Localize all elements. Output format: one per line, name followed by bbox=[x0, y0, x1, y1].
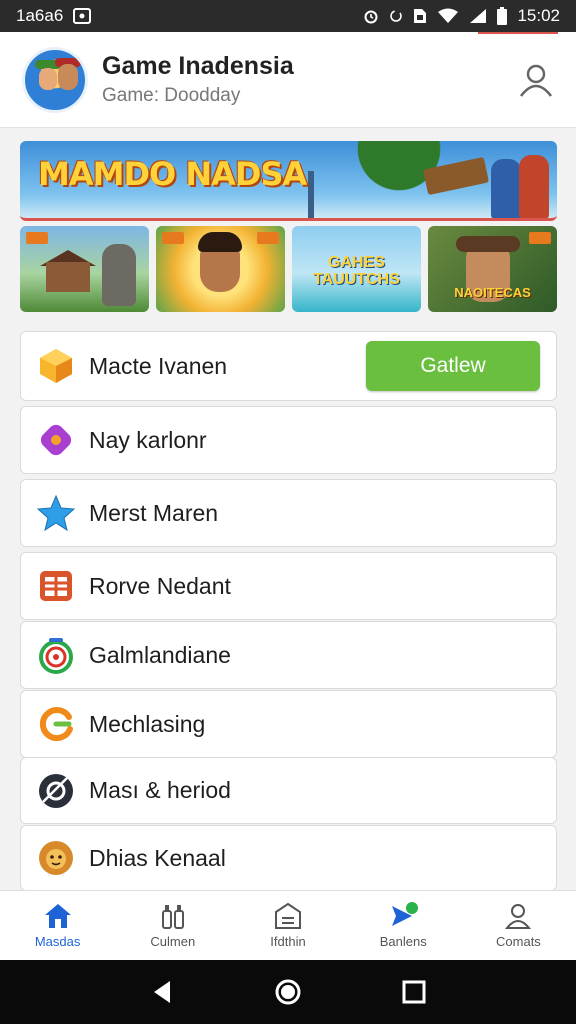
thumbnail-badge bbox=[26, 232, 48, 244]
list-item[interactable]: Nay karlonr bbox=[20, 406, 557, 474]
signal-icon bbox=[470, 9, 487, 23]
nav-label: Culmen bbox=[150, 934, 196, 949]
thumbnail-title: GAHES TAUUTCHS bbox=[313, 254, 400, 288]
orange-swirl-icon bbox=[37, 705, 75, 743]
bottles-icon bbox=[161, 905, 184, 929]
nav-item-culmen[interactable]: Culmen bbox=[115, 891, 230, 960]
banner-title: MAMDO NADSA bbox=[38, 155, 307, 193]
wifi-icon bbox=[438, 8, 459, 23]
list-item[interactable]: Merst Maren bbox=[20, 479, 557, 547]
header-accent-line bbox=[478, 32, 558, 34]
lion-face-icon bbox=[37, 839, 75, 877]
list-item-label: Macte Ivanen bbox=[89, 352, 228, 379]
list-item-label: Mechlasing bbox=[89, 710, 206, 737]
header-text: Game Inadensia Game: Doodday bbox=[102, 52, 518, 107]
sync-icon bbox=[390, 10, 403, 22]
banner-character-graphic bbox=[519, 155, 549, 218]
user-icon[interactable] bbox=[518, 62, 554, 98]
blue-star-icon bbox=[37, 494, 75, 532]
recents-icon[interactable] bbox=[402, 980, 426, 1004]
home-circle-icon[interactable] bbox=[274, 978, 302, 1006]
featured-banner[interactable]: MAMDO NADSA bbox=[20, 141, 557, 221]
bottom-navigation: Masdas Culmen Ifdthin Banlens Comats bbox=[0, 890, 576, 960]
person-icon bbox=[505, 904, 532, 929]
nav-item-masdas[interactable]: Masdas bbox=[0, 891, 115, 960]
list-item[interactable]: Dhias Kenaal bbox=[20, 825, 557, 891]
thumbnail-title: NAOITECAS bbox=[454, 285, 531, 300]
purple-puzzle-icon bbox=[37, 421, 75, 459]
status-time-left: 1a6a6 bbox=[16, 6, 64, 25]
thumbnail-badge bbox=[257, 232, 279, 244]
list-item[interactable]: Mechlasing bbox=[20, 690, 557, 758]
image-icon bbox=[73, 8, 92, 24]
page-title: Game Inadensia bbox=[102, 52, 294, 80]
list-item-label: Galmlandiane bbox=[89, 641, 231, 668]
list-item[interactable]: Rorve Nedant bbox=[20, 552, 557, 620]
thumbnail-badge bbox=[529, 232, 551, 244]
nav-label: Comats bbox=[496, 934, 541, 949]
status-time-right: 15:02 bbox=[517, 6, 560, 25]
list-item-label: Rorve Nedant bbox=[89, 572, 231, 599]
game-characters-avatar[interactable] bbox=[22, 46, 88, 113]
game-thumbnails: GAHES TAUUTCHS NAOITECAS bbox=[20, 226, 557, 312]
list-item[interactable]: Macte Ivanen Gatlew bbox=[20, 331, 557, 401]
list-item-label: Merst Maren bbox=[89, 499, 219, 526]
banner-tower-graphic bbox=[308, 171, 314, 218]
back-icon[interactable] bbox=[150, 979, 174, 1005]
game-thumbnail[interactable] bbox=[156, 226, 285, 312]
nav-item-banlens[interactable]: Banlens bbox=[346, 891, 461, 960]
game-thumbnail[interactable]: GAHES TAUUTCHS bbox=[292, 226, 421, 312]
nav-item-comats[interactable]: Comats bbox=[461, 891, 576, 960]
list-item[interactable]: Ması & heriod bbox=[20, 757, 557, 824]
home-icon bbox=[44, 904, 71, 928]
battery-icon bbox=[497, 7, 508, 25]
orange-cube-icon bbox=[37, 347, 75, 385]
thumbnail-badge bbox=[162, 232, 184, 244]
list-item[interactable]: Galmlandiane bbox=[20, 621, 557, 689]
page-subtitle: Game: Doodday bbox=[102, 85, 241, 106]
system-navigation-bar bbox=[0, 960, 576, 1024]
status-bar: 1a6a6 15:02 bbox=[0, 0, 576, 32]
target-ring-icon bbox=[37, 636, 75, 674]
banner-character-graphic bbox=[491, 159, 521, 218]
alarm-icon bbox=[364, 10, 378, 24]
game-thumbnail[interactable]: NAOITECAS bbox=[428, 226, 557, 312]
list-item-label: Ması & heriod bbox=[89, 777, 231, 803]
nav-item-ifdthin[interactable]: Ifdthin bbox=[230, 891, 345, 960]
game-thumbnail[interactable] bbox=[20, 226, 149, 312]
store-icon bbox=[275, 902, 301, 929]
nav-label: Ifdthin bbox=[270, 934, 306, 949]
nav-label: Banlens bbox=[379, 934, 427, 949]
orange-grid-icon bbox=[37, 567, 75, 605]
send-badge-icon bbox=[392, 902, 419, 926]
nav-label: Masdas bbox=[34, 934, 81, 949]
list-item-label: Nay karlonr bbox=[89, 426, 207, 453]
app-header: Game Inadensia Game: Doodday bbox=[0, 32, 576, 128]
dark-disc-icon bbox=[37, 772, 75, 810]
sim-icon bbox=[414, 9, 427, 23]
list-item-label: Dhias Kenaal bbox=[89, 844, 226, 871]
primary-action-button[interactable]: Gatlew bbox=[366, 341, 540, 391]
